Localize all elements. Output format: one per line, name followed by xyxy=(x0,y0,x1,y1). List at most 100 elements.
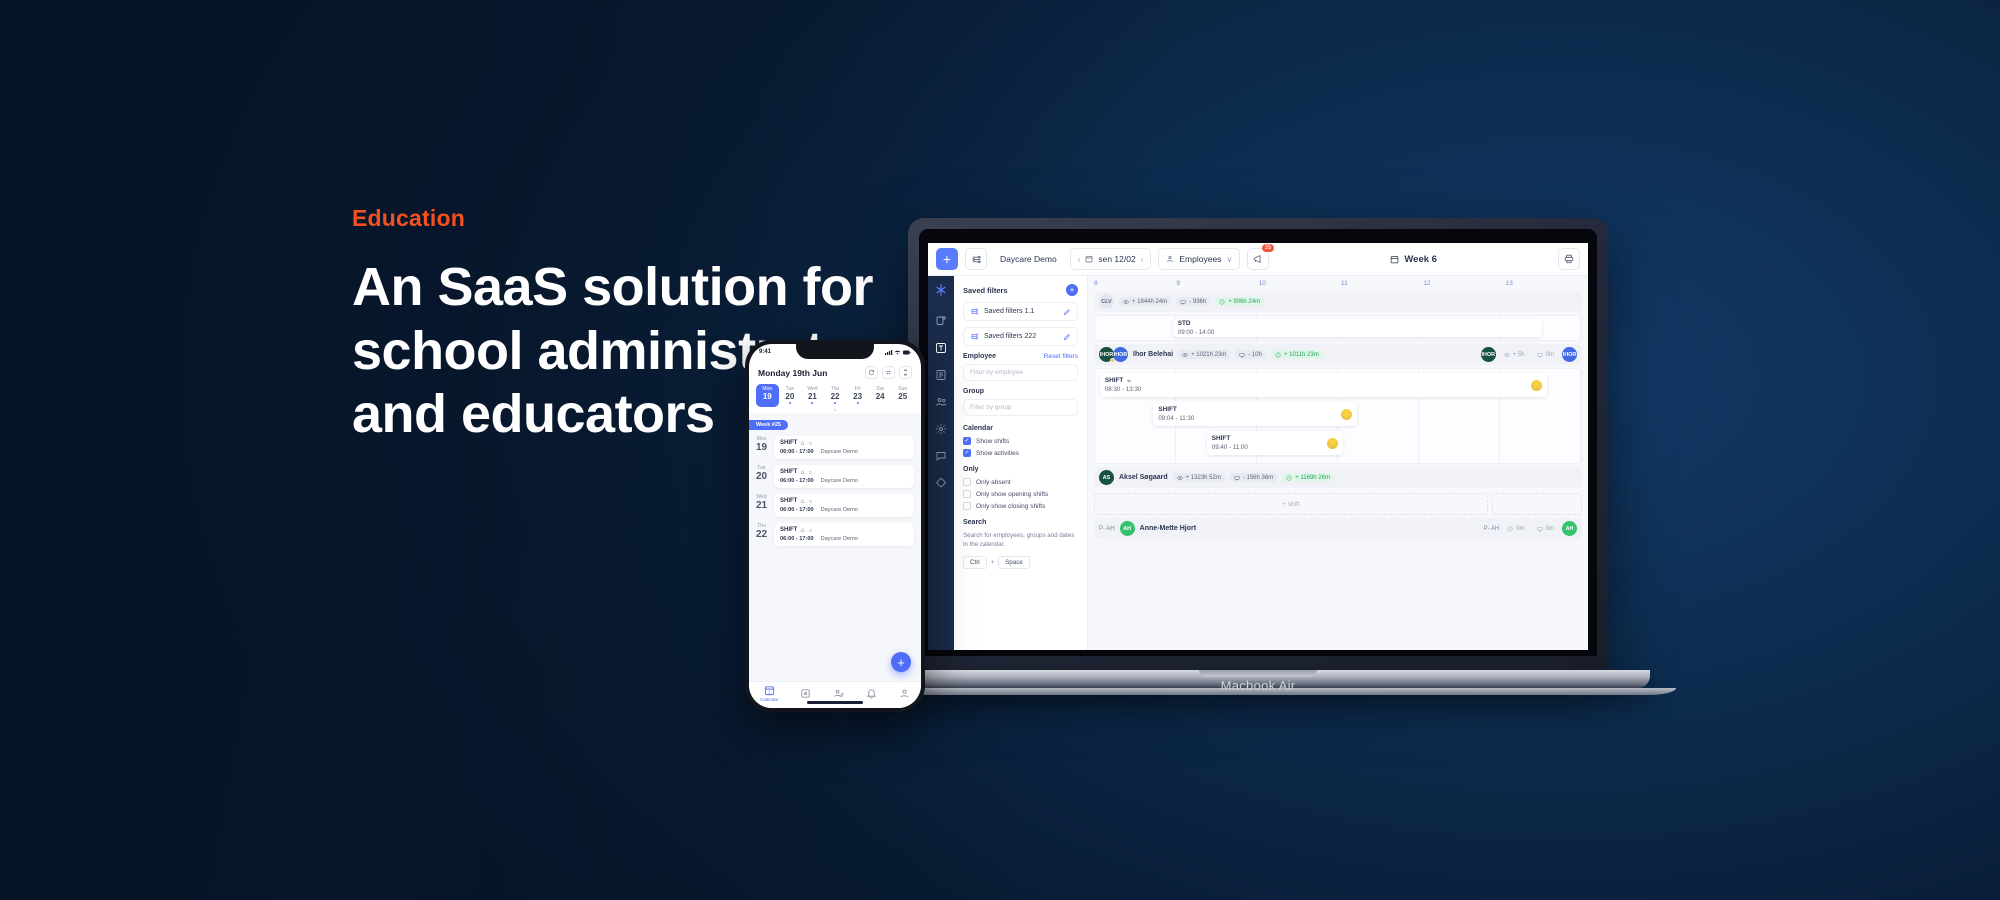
hourglass-icon[interactable] xyxy=(899,366,912,379)
swap-icon[interactable] xyxy=(882,366,895,379)
group-header-right: P- AH 0m 0m AH xyxy=(1484,521,1577,536)
event-title: SHIFT xyxy=(1158,406,1177,413)
event-title: SHIFT xyxy=(1104,377,1124,384)
checkbox-only-closing-shifts[interactable]: Only show closing shifts xyxy=(963,502,1078,510)
printer-icon[interactable] xyxy=(1558,248,1580,270)
list-item[interactable]: Mon 19 SHIFT 06:00 - 17:00 Daycare Demo xyxy=(749,433,921,462)
sidebar-item-shifts[interactable] xyxy=(934,314,948,328)
group-filter-input[interactable]: Filter by group xyxy=(963,399,1078,416)
date-prev-button[interactable]: ‹ xyxy=(1078,255,1081,264)
shift-meta: 06:00 - 17:00 Daycare Demo xyxy=(780,507,908,513)
group-header-right: IHOR + 5h 0m IHOR xyxy=(1480,347,1577,362)
chip-text: + 1169h 26m xyxy=(1295,474,1330,481)
day-pill[interactable]: Sun 25 xyxy=(891,384,914,407)
day-dot xyxy=(811,402,814,404)
shift-card[interactable]: SHIFT 06:00 - 17:00 Daycare Demo xyxy=(774,436,914,459)
pencil-icon[interactable] xyxy=(1063,333,1071,341)
list-item[interactable]: Tue 20 SHIFT 06:00 - 17:00 Daycare Demo xyxy=(749,462,921,491)
list-item[interactable]: Thu 22 SHIFT 06:00 - 17:00 Daycare Demo xyxy=(749,520,921,549)
shift-meta: 06:00 - 17:00 Daycare Demo xyxy=(780,449,908,455)
sliders-icon[interactable] xyxy=(965,248,987,270)
date-next-button[interactable]: › xyxy=(1141,255,1144,264)
event-title-row: SHIFT xyxy=(1105,377,1141,384)
status-chip: - 156h 36m xyxy=(1229,473,1278,482)
add-shift-fab[interactable]: + xyxy=(891,652,911,672)
shift-card[interactable]: SHIFT 06:00 - 17:00 Daycare Demo xyxy=(774,494,914,517)
sidebar-item-settings[interactable] xyxy=(934,422,948,436)
svg-text:1: 1 xyxy=(768,689,771,694)
sidebar-item-integrations[interactable] xyxy=(934,476,948,490)
sidebar-item-chat[interactable] xyxy=(934,449,948,463)
day-pill[interactable]: Sat 24 xyxy=(869,384,892,407)
search-section-label: Search xyxy=(963,519,987,526)
search-help-text: Search for employees, groups and dates i… xyxy=(963,532,1075,549)
hero-eyebrow: Education xyxy=(352,205,465,231)
calendar-lane[interactable]: SHIFT 08:30 - 13:30 SHIFT 09:04 - 11:30 … xyxy=(1094,368,1582,464)
sidebar-item-time[interactable] xyxy=(934,341,948,355)
calendar-group-header[interactable]: IHOR IHOR Ihor Belehai + 1021h 23m - 10h xyxy=(1094,344,1582,365)
calendar-lane[interactable]: STD 09:00 - 14:00 xyxy=(1094,315,1582,341)
employees-select[interactable]: Employees ∨ xyxy=(1158,248,1241,270)
status-chip: + 1844h 24m xyxy=(1119,297,1172,306)
notifications-button[interactable]: 35 xyxy=(1247,244,1275,270)
add-saved-filter-button[interactable]: + xyxy=(1066,284,1078,296)
hour-tick: 11 xyxy=(1340,280,1348,287)
employee-prefix: P- AH xyxy=(1099,525,1115,532)
day-pill[interactable]: Wed 21 xyxy=(801,384,824,407)
day-pill[interactable]: Fri 23 xyxy=(846,384,869,407)
chip-text: + 5h xyxy=(1512,351,1525,358)
day-dot xyxy=(834,402,837,404)
tab-calendar[interactable]: 1 Calendar xyxy=(760,685,778,702)
saved-filter-item[interactable]: Saved filters 222 xyxy=(963,327,1078,346)
checkbox-label: Only show closing shifts xyxy=(976,502,1046,510)
calendar-event[interactable]: SHIFT 09:04 - 11:30 xyxy=(1153,402,1358,426)
tab-swap[interactable] xyxy=(833,688,845,699)
reset-filters-link[interactable]: Reset filters xyxy=(1044,353,1078,360)
laptop-bezel: + Daycare Demo ‹ sen 12/02 › Employees ∨… xyxy=(919,229,1597,656)
add-button[interactable]: + xyxy=(936,248,958,270)
chip-text: 0m xyxy=(1545,525,1554,532)
day-number: 19 xyxy=(755,442,768,453)
phone-week-strip: Mon 19 Tue 20 Wed 21 Thu 22 Fri 23 Sat 2… xyxy=(749,381,921,407)
checkbox-icon: ✓ xyxy=(963,449,971,457)
calendar-group-header[interactable]: P- AH AH Anne-Mette Hjort P- AH 0m 0m AH xyxy=(1094,518,1582,539)
status-chip: + 906h 24m xyxy=(1215,297,1265,306)
employee-prefix: P- AH xyxy=(1483,525,1500,532)
day-pill[interactable]: Tue 20 xyxy=(779,384,802,407)
sidebar-item-documents[interactable] xyxy=(934,368,948,382)
date-navigator[interactable]: ‹ sen 12/02 › xyxy=(1069,248,1152,270)
status-indicators xyxy=(885,349,911,356)
checkbox-show-activities[interactable]: ✓ Show activities xyxy=(963,449,1078,457)
week-label: Week 6 xyxy=(1404,253,1437,265)
tab-tasks[interactable] xyxy=(800,688,811,699)
list-item[interactable]: Wed 21 SHIFT 06:00 - 17:00 Daycare Demo xyxy=(749,491,921,520)
tab-profile[interactable] xyxy=(899,688,910,699)
saved-filter-item[interactable]: Saved filters 1.1 xyxy=(963,302,1078,321)
refresh-icon[interactable] xyxy=(865,366,878,379)
day-pill[interactable]: Thu 22 xyxy=(824,384,847,407)
search-shortcut: Ctrl + Space xyxy=(963,555,1078,569)
calendar-event[interactable]: STD 09:00 - 14:00 xyxy=(1172,319,1543,337)
calendar-event[interactable]: SHIFT 08:30 - 13:30 xyxy=(1099,373,1547,397)
add-shift-button[interactable]: + shift xyxy=(1094,493,1488,515)
shift-card[interactable]: SHIFT 06:00 - 17:00 Daycare Demo xyxy=(774,523,914,546)
sidebar-item-employees[interactable] xyxy=(934,395,948,409)
calendar-group-header[interactable]: AS Aksel Søgaard + 1323h 52m - 156h 36m xyxy=(1094,467,1582,488)
calendar-group-header[interactable]: CLV + 1844h 24m - 936h + 906h 24m xyxy=(1094,291,1582,312)
shift-card[interactable]: SHIFT 06:00 - 17:00 Daycare Demo xyxy=(774,465,914,488)
add-shift-button[interactable] xyxy=(1492,493,1582,515)
shift-time: 06:00 - 17:00 xyxy=(780,507,814,513)
shift-time: 06:00 - 17:00 xyxy=(780,536,814,542)
pencil-icon[interactable] xyxy=(1063,308,1071,316)
calendar-event[interactable]: SHIFT 09:40 - 11:00 xyxy=(1206,431,1343,455)
checkbox-only-absent[interactable]: Only absent xyxy=(963,478,1078,486)
day-number: 20 xyxy=(755,471,768,482)
tab-notifications[interactable] xyxy=(866,688,877,699)
employee-filter-input[interactable]: Filter by employee xyxy=(963,364,1078,381)
day-pill[interactable]: Mon 19 xyxy=(756,384,779,407)
chevron-down-icon: ∨ xyxy=(1226,254,1233,264)
shift-title: SHIFT xyxy=(780,527,798,533)
checkbox-only-opening-shifts[interactable]: Only show opening shifts xyxy=(963,490,1078,498)
checkbox-show-shifts[interactable]: ✓ Show shifts xyxy=(963,437,1078,445)
saved-filters-title: Saved filters xyxy=(963,285,1008,295)
